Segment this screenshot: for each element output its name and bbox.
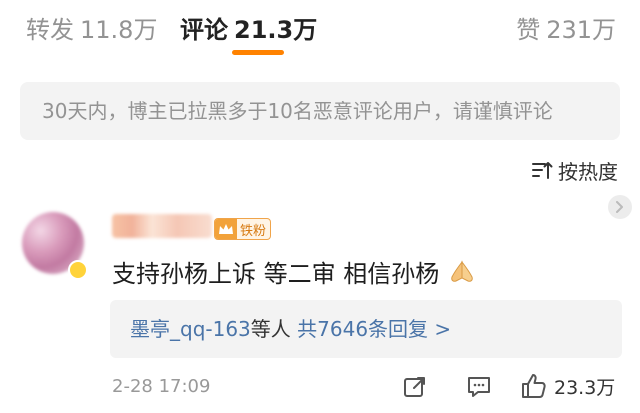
tab-like[interactable]: 赞 231万 (516, 10, 616, 45)
fan-badge-label: 铁粉 (240, 223, 267, 239)
tab-repost-count: 11.8万 (80, 16, 158, 44)
crown-icon (215, 219, 237, 239)
sort-label: 按热度 (558, 160, 618, 184)
comment-timestamp: 2-28 17:09 (112, 376, 211, 397)
tab-bar: 转发 11.8万 评论 21.3万 赞 231万 (0, 0, 640, 58)
like-button[interactable]: 23.3万 (520, 372, 615, 400)
comment-more-button[interactable] (608, 195, 632, 219)
tab-like-count: 231万 (546, 16, 616, 44)
username-blurred[interactable] (112, 214, 212, 238)
verified-badge-icon (68, 260, 88, 280)
like-count: 23.3万 (554, 376, 616, 399)
comment-text: 支持孙杨上诉 等二审 相信孙杨 (112, 260, 440, 288)
sort-button[interactable]: 按热度 (530, 156, 618, 185)
chevron-right-icon (616, 201, 623, 213)
tab-repost[interactable]: 转发 11.8万 (26, 10, 157, 45)
reply-icon[interactable] (466, 374, 492, 400)
reply-mid-text: 等人 (250, 317, 291, 341)
reply-summary[interactable]: 墨亭_qq-163等人 共7646条回复 > (110, 300, 622, 358)
reply-count-link[interactable]: 共7646条回复 > (297, 317, 451, 341)
fan-badge: 铁粉 (214, 218, 272, 240)
praying-hands-emoji-icon (451, 260, 474, 282)
tab-comment-count: 21.3万 (234, 16, 318, 44)
reply-user-link[interactable]: 墨亭_qq-163 (130, 317, 251, 341)
thumbs-up-icon (522, 374, 546, 398)
tab-like-label: 赞 (516, 16, 541, 44)
tab-repost-label: 转发 (26, 16, 74, 44)
tab-comment-label: 评论 (180, 16, 228, 44)
tab-comment[interactable]: 评论 21.3万 (180, 10, 317, 45)
active-tab-indicator (232, 50, 284, 55)
comment-body: 支持孙杨上诉 等二审 相信孙杨 (112, 254, 477, 289)
share-icon[interactable] (402, 374, 428, 400)
sort-icon (532, 161, 553, 179)
comment-notice: 30天内，博主已拉黑多于10名恶意评论用户，请谨慎评论 (20, 82, 620, 140)
